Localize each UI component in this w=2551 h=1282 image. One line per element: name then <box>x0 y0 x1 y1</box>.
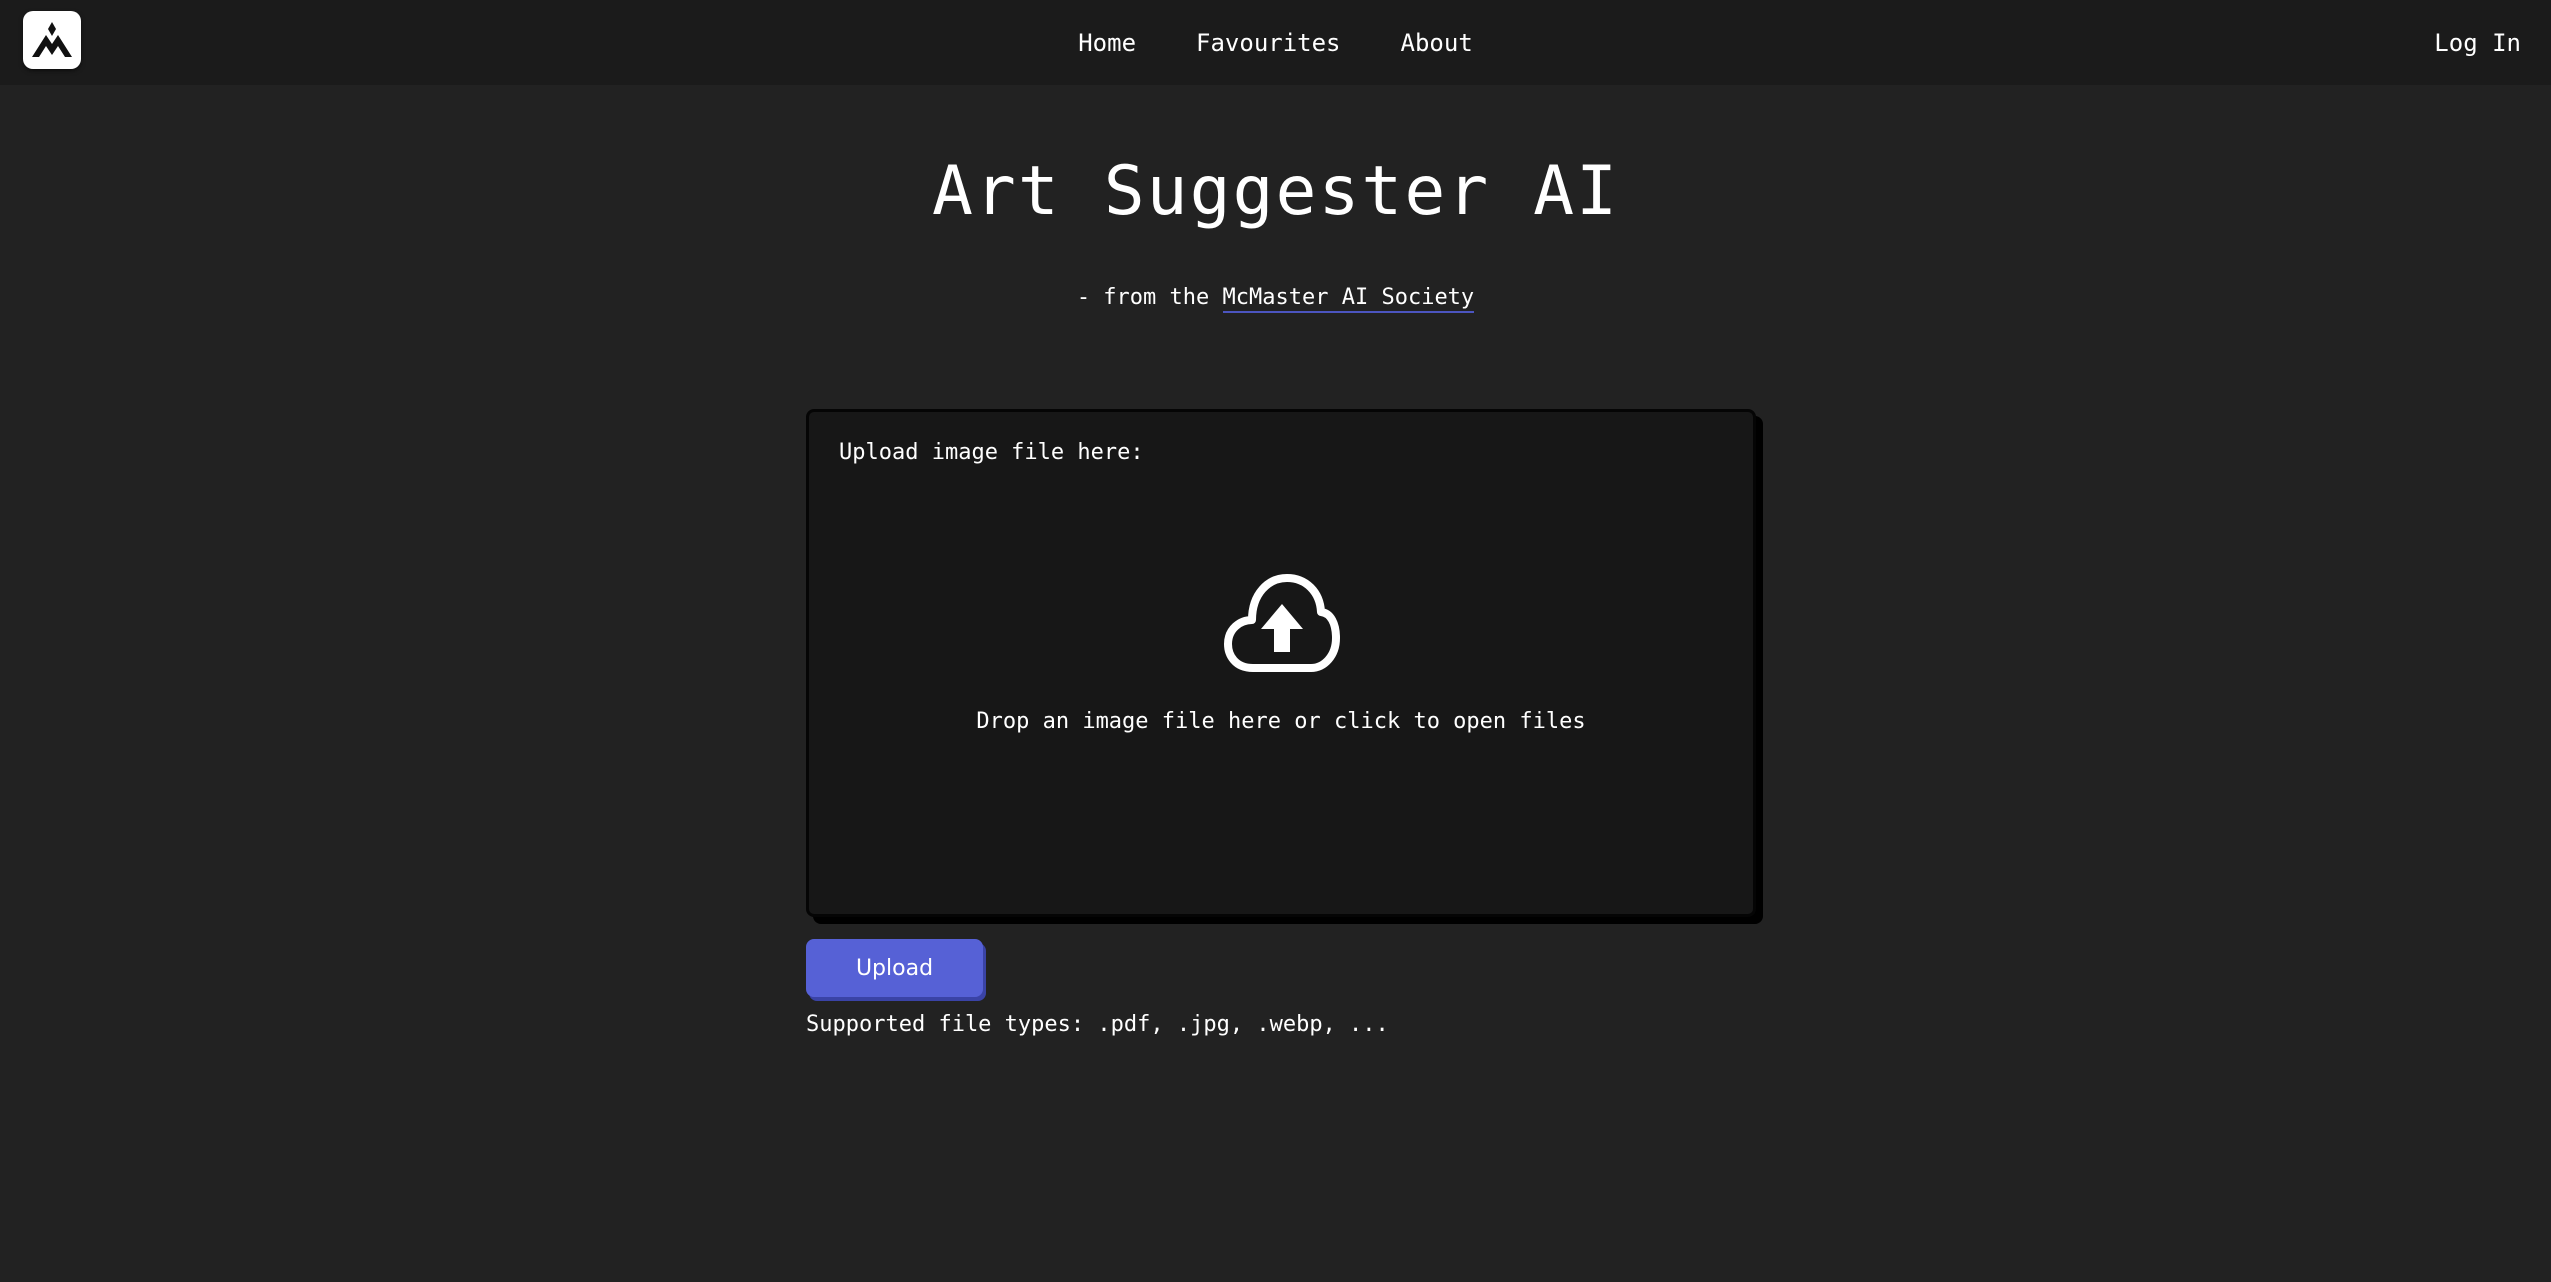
supported-file-types: Supported file types: .pdf, .jpg, .webp,… <box>806 1012 1389 1037</box>
subtitle-prefix: - from the <box>1076 285 1223 310</box>
nav-about-link[interactable]: About <box>1401 29 1473 57</box>
login-link[interactable]: Log In <box>2434 0 2521 85</box>
society-link[interactable]: McMaster AI Society <box>1222 285 1475 313</box>
page-title: Art Suggester AI <box>931 152 1620 231</box>
navbar: Home Favourites About Log In <box>0 0 2551 85</box>
nav-home-link[interactable]: Home <box>1078 29 1136 57</box>
file-dropzone[interactable]: Upload image file here: Drop an image fi… <box>806 409 1756 917</box>
dropzone-instructions: Drop an image file here or click to open… <box>976 709 1586 734</box>
page-subtitle: - from the McMaster AI Society <box>0 285 2551 313</box>
nav-favourites-link[interactable]: Favourites <box>1196 29 1341 57</box>
upload-button[interactable]: Upload <box>806 939 983 997</box>
nav-links: Home Favourites About <box>0 0 2551 85</box>
upload-label: Upload image file here: <box>839 440 1144 465</box>
logo-icon[interactable] <box>23 11 81 69</box>
cloud-upload-icon <box>1223 572 1341 674</box>
